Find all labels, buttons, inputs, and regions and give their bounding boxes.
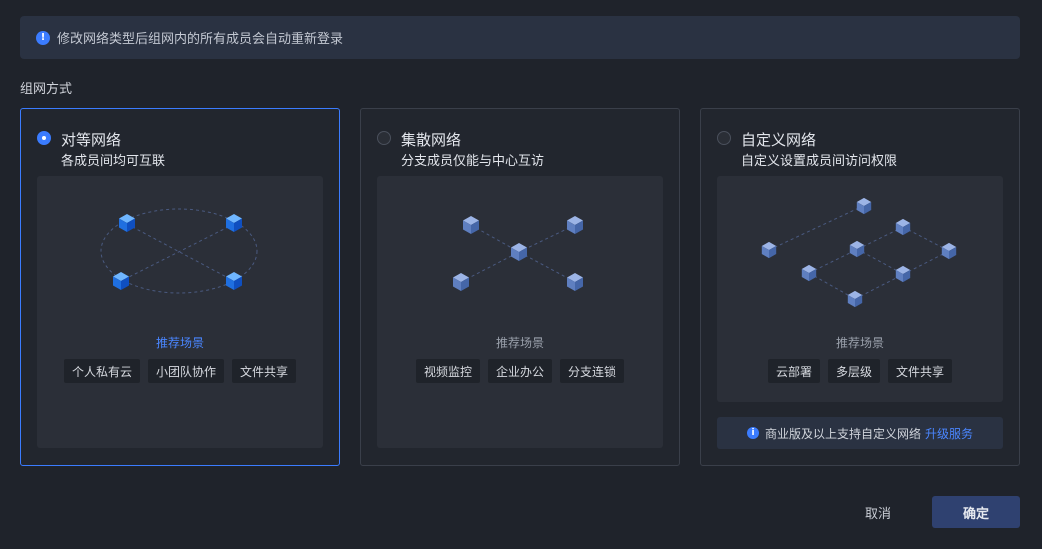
section-label: 组网方式 [20,82,73,97]
info-icon: i [746,427,759,439]
scenario-tag: 个人私有云 [63,359,140,383]
scenario-tags: 个人私有云 小团队协作 文件共享 [37,359,323,383]
scenario-tag: 分支连锁 [560,359,625,383]
scenario-tag: 文件共享 [232,359,297,383]
network-option-peer[interactable]: 对等网络 各成员间均可互联 推荐场景 个人私有云 小团队协作 文件共享 [20,108,340,466]
network-option-custom[interactable]: 自定义网络 自定义设置成员间访问权限 推荐场景 云部署 多层级 文件共享 i 商… [700,108,1020,466]
scenario-tag: 小团队协作 [147,359,224,383]
scenario-tag: 多层级 [827,359,880,383]
radio-custom[interactable] [717,131,731,145]
scenario-tag: 文件共享 [888,359,953,383]
radio-hub[interactable] [377,131,391,145]
card-subtitle: 各成员间均可互联 [61,154,166,169]
notice-banner: ! 修改网络类型后组网内的所有成员会自动重新登录 [20,16,1020,59]
topology-panel: 推荐场景 视频监控 企业办公 分支连锁 [377,176,663,448]
topology-panel: 推荐场景 个人私有云 小团队协作 文件共享 [37,176,323,448]
network-option-hub[interactable]: 集散网络 分支成员仅能与中心互访 推荐场景 视频监控 企业办公 分支连锁 [360,108,680,466]
notice-text: 修改网络类型后组网内的所有成员会自动重新登录 [57,32,344,47]
card-title: 自定义网络 [741,131,817,149]
recommend-label: 推荐场景 [835,336,884,350]
recommend-label: 推荐场景 [495,336,544,350]
scenario-tag: 企业办公 [487,359,552,383]
upgrade-notice: i 商业版及以上支持自定义网络 升级服务 [717,417,1003,449]
scenario-tag: 视频监控 [415,359,480,383]
card-title: 对等网络 [61,131,122,149]
upgrade-text: 商业版及以上支持自定义网络 [764,426,921,441]
scenario-tag: 云部署 [767,359,820,383]
scenario-tags: 视频监控 企业办公 分支连锁 [377,359,663,383]
peer-topology-diagram [100,208,258,294]
custom-topology-diagram [761,197,957,308]
card-subtitle: 自定义设置成员间访问权限 [741,154,898,169]
card-subtitle: 分支成员仅能与中心互访 [401,154,545,169]
topology-panel: 推荐场景 云部署 多层级 文件共享 [717,176,1003,402]
hub-topology-diagram [453,216,583,291]
upgrade-link[interactable]: 升级服务 [925,425,973,442]
card-title: 集散网络 [401,131,462,149]
radio-peer[interactable] [37,131,51,145]
cancel-button[interactable]: 取消 [848,496,908,528]
confirm-button[interactable]: 确定 [932,496,1020,528]
scenario-tags: 云部署 多层级 文件共享 [717,359,1003,383]
recommend-label: 推荐场景 [155,336,204,350]
exclamation-icon: ! [36,30,50,45]
